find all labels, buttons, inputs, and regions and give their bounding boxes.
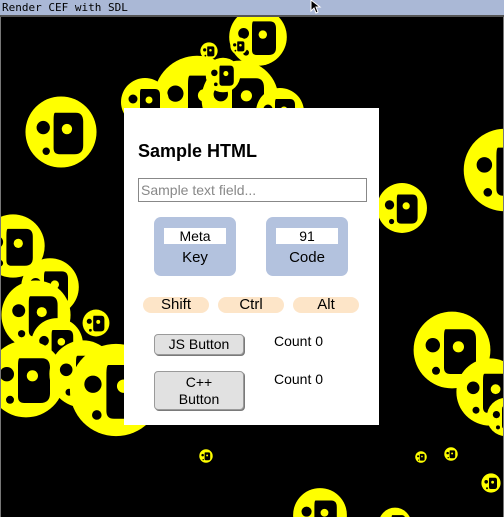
js-button[interactable]: JS Button [154,334,244,355]
modifier-ctrl: Ctrl [218,297,284,313]
smiley-icon [444,447,458,461]
page-title: Sample HTML [138,141,258,161]
cpp-button-label-line1: C++ [185,373,213,390]
key-value: Meta [164,228,226,244]
window-title-bar[interactable]: Render CEF with SDL [0,0,504,15]
js-count: Count 0 [274,333,324,349]
key-display-box: Meta Key [154,217,236,276]
mouse-cursor-icon [310,0,322,14]
smiley-icon [25,96,97,168]
smiley-icon [415,451,427,463]
sample-html-panel: Sample HTML Meta Key 91 Code Shift Ctrl … [124,108,379,425]
smiley-icon [230,37,248,55]
smiley-icon [463,128,504,212]
smiley-icon [377,183,427,233]
window-title: Render CEF with SDL [2,1,128,14]
smiley-icon [205,57,241,93]
code-value: 91 [276,228,338,244]
smiley-icon [199,449,213,463]
cpp-count: Count 0 [274,371,324,387]
key-label: Key [182,249,208,266]
sample-text-field[interactable] [138,178,367,202]
cpp-button[interactable]: C++ Button [154,371,244,410]
canvas-border-left [0,17,1,517]
smiley-icon [82,309,110,337]
smiley-icon [293,488,347,517]
code-display-box: 91 Code [266,217,348,276]
cpp-button-label-line2: Button [178,390,220,407]
modifier-shift: Shift [143,297,209,313]
smiley-icon [481,473,501,493]
code-label: Code [289,249,325,266]
modifier-alt: Alt [293,297,359,313]
smiley-icon [378,507,412,517]
